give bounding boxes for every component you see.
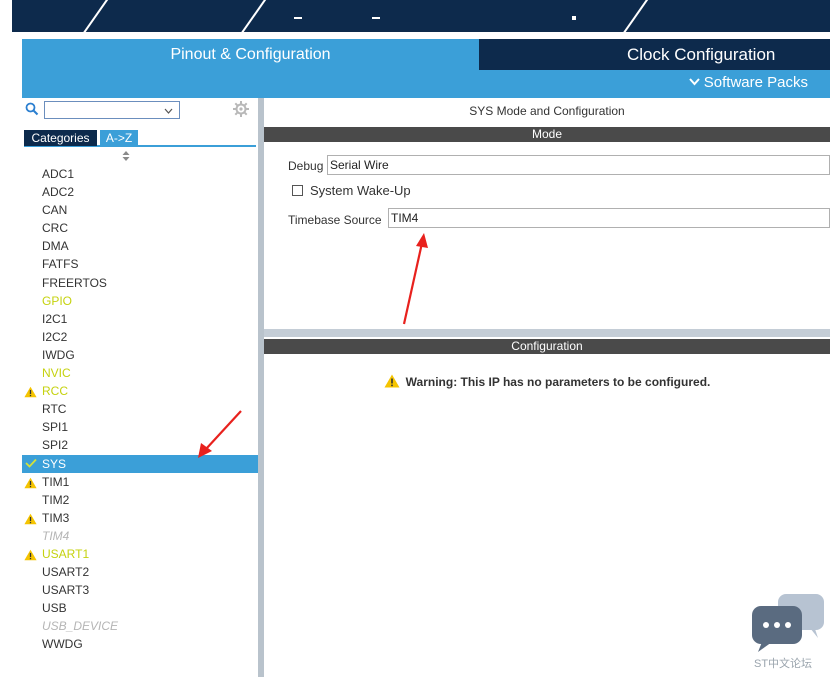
strip-mark: [372, 17, 380, 19]
no-parameters-warning: Warning: This IP has no parameters to be…: [264, 372, 830, 389]
gear-icon[interactable]: [232, 100, 250, 118]
ip-item-label: TIM3: [42, 510, 70, 525]
search-icon[interactable]: [25, 102, 39, 116]
ip-item-crc[interactable]: CRC: [22, 219, 258, 237]
strip-mark: [294, 17, 302, 19]
ip-item-label: CRC: [42, 221, 68, 236]
ip-item-gpio[interactable]: GPIO: [22, 292, 258, 310]
warning-icon: [24, 385, 37, 398]
chevron-down-icon: [689, 75, 700, 89]
ip-item-label: ADC2: [42, 185, 75, 200]
ip-item-iwdg[interactable]: IWDG: [22, 346, 258, 364]
tab-clock-label: Clock Configuration: [627, 45, 776, 64]
ip-item-i2c1[interactable]: I2C1: [22, 310, 258, 328]
configuration-header: Configuration: [264, 339, 830, 354]
ip-item-label: SYS: [42, 456, 67, 471]
ip-item-sys[interactable]: SYS: [22, 454, 258, 473]
ip-item-label: ADC1: [42, 167, 75, 181]
ip-item-fatfs[interactable]: FATFS: [22, 255, 258, 273]
ip-item-label: TIM2: [42, 492, 70, 507]
check-icon: [25, 455, 37, 473]
tab-categories[interactable]: Categories: [24, 130, 97, 146]
warning-icon: [24, 548, 37, 561]
sys-config-panel: SYS Mode and Configuration Mode Debug Se…: [264, 98, 830, 677]
ip-item-rcc[interactable]: RCC: [22, 382, 258, 400]
ip-item-label: USART2: [42, 565, 90, 580]
ip-item-label: FATFS: [42, 257, 79, 272]
ip-item-nvic[interactable]: NVIC: [22, 364, 258, 382]
software-packs-menu[interactable]: Software Packs: [689, 74, 808, 91]
tab-a-to-z[interactable]: A->Z: [100, 130, 138, 146]
ip-item-usb[interactable]: USB: [22, 599, 258, 617]
ip-item-label: I2C2: [42, 329, 68, 344]
ip-item-usart1[interactable]: USART1: [22, 545, 258, 563]
panel-title: SYS Mode and Configuration: [469, 104, 625, 118]
ip-item-rtc[interactable]: RTC: [22, 400, 258, 418]
ip-item-label: USART1: [42, 546, 90, 561]
ip-item-dma[interactable]: DMA: [22, 237, 258, 255]
strip-divider: [238, 0, 268, 32]
ip-item-label: NVIC: [42, 366, 71, 381]
ip-item-label: TIM1: [42, 474, 70, 489]
main-tab-bar: Pinout & Configuration Clock Configurati…: [22, 39, 830, 98]
ip-item-label: SPI1: [42, 420, 69, 435]
ip-item-can[interactable]: CAN: [22, 201, 258, 219]
ip-list: ADC1 ADC2 CAN CRC DMA FATFS FREERTOS GPIO I2C1 I2…: [22, 165, 258, 654]
ip-item-label: IWDG: [42, 347, 75, 362]
ip-item-label: SPI2: [42, 438, 69, 453]
warning-icon: [384, 374, 400, 388]
ip-item-i2c2[interactable]: I2C2: [22, 328, 258, 346]
tab-pinout-configuration[interactable]: Pinout & Configuration: [22, 39, 479, 70]
ip-item-label: DMA: [42, 239, 69, 254]
ip-item-spi2[interactable]: SPI2: [22, 436, 258, 454]
strip-mark: [572, 16, 576, 20]
ip-item-label: I2C1: [42, 311, 68, 326]
ip-item-label: GPIO: [42, 293, 73, 308]
category-tabs: Categories A->Z: [24, 130, 256, 147]
ip-item-tim3[interactable]: TIM3: [22, 509, 258, 527]
ip-item-usart2[interactable]: USART2: [22, 563, 258, 581]
ip-item-label: RCC: [42, 384, 68, 399]
system-wakeup-label: System Wake-Up: [310, 183, 411, 198]
mode-header: Mode: [264, 127, 830, 142]
chevron-down-icon: [164, 103, 173, 117]
ip-item-adc2[interactable]: ADC2: [22, 183, 258, 201]
timebase-source-select[interactable]: TIM4: [388, 208, 830, 228]
strip-divider: [80, 0, 110, 32]
ip-item-freertos[interactable]: FREERTOS: [22, 274, 258, 292]
ip-item-spi1[interactable]: SPI1: [22, 418, 258, 436]
ip-item-label: TIM4: [42, 528, 70, 543]
ip-item-label: WWDG: [42, 637, 83, 652]
ip-item-usart3[interactable]: USART3: [22, 581, 258, 599]
ip-item-wwdg[interactable]: WWDG: [22, 635, 258, 653]
ip-item-label: USB: [42, 601, 67, 616]
watermark-text: ST中文论坛: [754, 658, 813, 670]
warning-icon: [24, 512, 37, 525]
ip-item-label: CAN: [42, 203, 68, 218]
debug-label: Debug: [288, 159, 324, 173]
sort-icon[interactable]: [122, 151, 130, 163]
warning-text: Warning: This IP has no parameters to be…: [405, 375, 711, 389]
ip-item-label: RTC: [42, 402, 67, 417]
ip-item-tim4[interactable]: TIM4: [22, 527, 258, 545]
strip-divider: [620, 0, 650, 32]
system-wakeup-checkbox[interactable]: [292, 185, 303, 196]
ip-item-label: FREERTOS: [42, 275, 107, 290]
software-packs-label: Software Packs: [703, 74, 808, 91]
debug-select[interactable]: Serial Wire: [327, 155, 830, 175]
tab-clock-configuration[interactable]: Clock Configuration: [479, 39, 830, 70]
ip-item-label: USART3: [42, 583, 90, 598]
ip-item-tim2[interactable]: TIM2: [22, 491, 258, 509]
warning-icon: [24, 476, 37, 488]
ip-item-usb-device[interactable]: USB_DEVICE: [22, 617, 258, 635]
search-input[interactable]: [44, 101, 180, 119]
ip-item-tim1[interactable]: TIM1: [22, 473, 258, 491]
top-window-strip: [12, 0, 830, 32]
timebase-source-label: Timebase Source: [288, 213, 382, 227]
ip-item-adc1[interactable]: ADC1: [22, 165, 258, 183]
section-divider: [264, 329, 830, 337]
ip-item-label: USB_DEVICE: [42, 619, 119, 634]
ip-tree-panel: Categories A->Z ADC1 ADC2 CAN CRC DMA FATFS FR…: [22, 98, 258, 677]
